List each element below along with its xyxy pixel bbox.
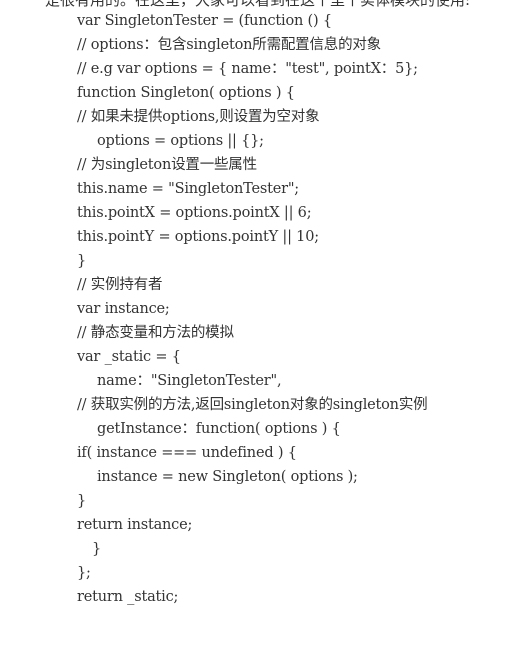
code-block: var SingletonTester = (function () { // … (0, 9, 526, 609)
code-line: } (92, 541, 102, 557)
code-line: // 实例持有者 (77, 277, 163, 293)
code-line: // 如果未提供options,则设置为空对象 (77, 109, 320, 125)
code-line: this.pointX = options.pointX || 6; (77, 205, 312, 221)
code-line: // 获取实例的方法,返回singleton对象的singleton实例 (77, 397, 428, 413)
code-line: instance = new Singleton( options ); (97, 469, 358, 485)
code-line: return _static; (77, 589, 179, 605)
code-line: function Singleton( options ) { (77, 85, 295, 101)
code-line: // e.g var options = { name："test", poin… (77, 61, 418, 77)
code-line: name："SingletonTester", (97, 373, 282, 389)
code-line: // 静态变量和方法的模拟 (77, 325, 234, 341)
code-line: var instance; (77, 301, 170, 317)
code-line: var _static = { (77, 349, 181, 365)
code-line: return instance; (77, 517, 193, 533)
code-line: this.name = "SingletonTester"; (77, 181, 299, 197)
code-line: if( instance === undefined ) { (77, 445, 297, 461)
code-line: } (77, 493, 87, 509)
code-line: getInstance：function( options ) { (97, 421, 341, 437)
code-line: var SingletonTester = (function () { (77, 13, 332, 29)
code-line: // options：包含singleton所需配置信息的对象 (77, 37, 381, 53)
code-line: }; (77, 565, 91, 581)
code-line: } (77, 253, 87, 269)
code-line: // 为singleton设置一些属性 (77, 157, 257, 173)
code-line: this.pointY = options.pointY || 10; (77, 229, 319, 245)
code-line: options = options || {}; (97, 133, 264, 149)
